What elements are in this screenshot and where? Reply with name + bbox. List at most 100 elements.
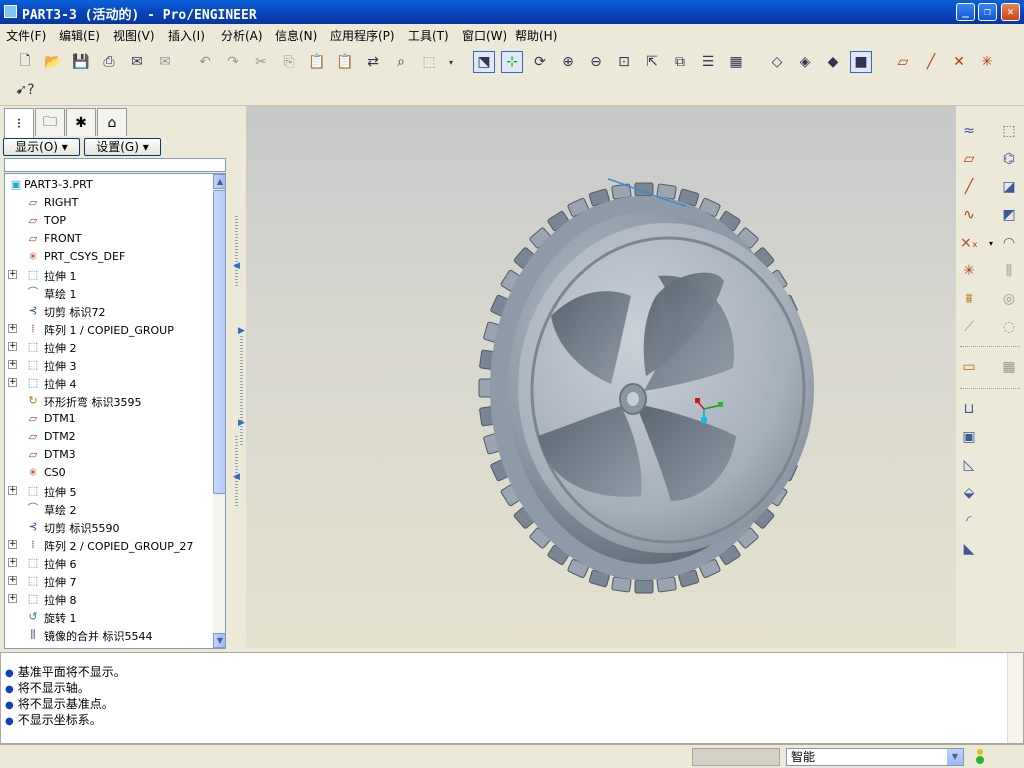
cut-icon[interactable]: ✂ (250, 51, 272, 73)
datum-plane-display-icon[interactable]: ▱ (892, 51, 914, 73)
datum-axis-tool-icon[interactable]: ╱ (958, 176, 980, 198)
reorient-icon[interactable]: ⇱ (641, 51, 663, 73)
zoom-out-icon[interactable]: ⊖ (585, 51, 607, 73)
menu-file[interactable]: 文件(F) (6, 27, 46, 44)
menu-window[interactable]: 窗口(W) (462, 27, 507, 44)
spin-center-icon[interactable]: ⊹ (501, 51, 523, 73)
expand-icon[interactable]: + (8, 360, 17, 369)
refit-icon[interactable]: ⊡ (613, 51, 635, 73)
expand-icon[interactable]: + (8, 270, 17, 279)
message-scrollbar[interactable] (1007, 653, 1023, 743)
paste-icon[interactable]: 📋 (306, 51, 328, 73)
datum-plane-tool-icon[interactable]: ▱ (958, 148, 980, 170)
csys-display-icon[interactable]: ✳ (976, 51, 998, 73)
menu-analysis[interactable]: 分析(A) (221, 27, 263, 44)
show-dropdown[interactable]: 显示(O) ▾ (3, 138, 80, 156)
expand-icon[interactable]: + (8, 324, 17, 333)
minimize-button[interactable]: _ (956, 3, 975, 21)
send-mail-icon[interactable]: ✉ (126, 51, 148, 73)
sketch-tool-icon[interactable]: ▭ (958, 356, 980, 378)
datum-point-tool-icon[interactable]: ×ₓ (958, 232, 980, 254)
tree-scrollbar[interactable]: ▲ ▼ (213, 174, 225, 648)
menu-info[interactable]: 信息(N) (275, 27, 317, 44)
expand-icon[interactable]: + (8, 378, 17, 387)
trim-tool-icon[interactable]: ◌ (998, 316, 1020, 338)
edit-tool-icon[interactable]: ⟋ (958, 316, 980, 338)
panel-splitter[interactable]: ◀ ▶ ▶ ◀ (232, 106, 246, 648)
hole-tool-icon[interactable]: ⊔ (958, 398, 980, 420)
selection-dropdown-icon[interactable]: ▾ (440, 51, 462, 73)
expand-arrow-icon[interactable]: ▶ (238, 326, 245, 336)
layers-icon[interactable]: ☰ (697, 51, 719, 73)
rib-tool-icon[interactable]: ◺ (958, 454, 980, 476)
undo-icon[interactable]: ↶ (194, 51, 216, 73)
scroll-up-button[interactable]: ▲ (213, 174, 225, 189)
tire-model[interactable] (246, 106, 956, 648)
redo-icon[interactable]: ↷ (222, 51, 244, 73)
collapse-arrow-icon-2[interactable]: ◀ (233, 472, 240, 482)
chamfer-tool-icon[interactable]: ◣ (958, 538, 980, 560)
folder-browser-tab[interactable]: 🗀 (35, 108, 65, 136)
mirror-tool-icon[interactable]: ⫼ (998, 260, 1020, 282)
boundary-blend-icon[interactable]: ◩ (998, 204, 1020, 226)
menu-edit[interactable]: 编辑(E) (59, 27, 100, 44)
hidden-line-icon[interactable]: ◈ (794, 51, 816, 73)
expand-icon[interactable]: + (8, 576, 17, 585)
filter-dropdown-icon[interactable]: ▼ (947, 749, 963, 765)
saved-views-icon[interactable]: ⧉ (669, 51, 691, 73)
style-tool-icon[interactable]: ◠ (998, 232, 1020, 254)
zoom-in-icon[interactable]: ⊕ (557, 51, 579, 73)
menu-help[interactable]: 帮助(H) (515, 27, 557, 44)
paste-special-icon[interactable]: 📋 (334, 51, 356, 73)
find-icon[interactable]: ⌕ (390, 51, 412, 73)
context-help-icon[interactable]: ➹? (14, 79, 36, 101)
print-icon[interactable]: ⎙ (98, 51, 120, 73)
model-tree-tab[interactable]: ⁝ (4, 108, 34, 138)
shading-icon[interactable]: ■ (850, 51, 872, 73)
analysis-feature-icon[interactable]: ⩩ (958, 288, 980, 310)
scroll-down-button[interactable]: ▼ (213, 633, 225, 648)
view-manager-icon[interactable]: ▦ (725, 51, 747, 73)
selection-filter[interactable]: 智能 ▼ (786, 748, 964, 766)
settings-dropdown[interactable]: 设置(G) ▾ (84, 138, 161, 156)
scroll-thumb[interactable] (213, 190, 225, 494)
expand-arrow-icon-2[interactable]: ▶ (238, 418, 245, 428)
menu-insert[interactable]: 插入(I) (168, 27, 205, 44)
draft-tool-icon[interactable]: ⬙ (958, 482, 980, 504)
close-button[interactable]: ✕ (1001, 3, 1020, 21)
expand-icon[interactable]: + (8, 558, 17, 567)
menu-applications[interactable]: 应用程序(P) (330, 27, 395, 44)
datum-curve-icon[interactable]: ≈ (958, 120, 980, 142)
send-attachment-icon[interactable]: ✉ (154, 51, 176, 73)
regenerate-icon[interactable]: ⇄ (362, 51, 384, 73)
no-hidden-icon[interactable]: ◆ (822, 51, 844, 73)
splitter-grip-center[interactable] (240, 336, 243, 446)
variable-sweep-icon[interactable]: ◪ (998, 176, 1020, 198)
new-icon[interactable]: 🗋 (14, 51, 36, 73)
splitter-grip-lower[interactable] (235, 436, 238, 506)
open-icon[interactable]: 📂 (42, 51, 64, 73)
repaint-icon[interactable]: ⬔ (473, 51, 495, 73)
expand-icon[interactable]: + (8, 594, 17, 603)
merge-tool-icon[interactable]: ◎ (998, 288, 1020, 310)
datum-axis-display-icon[interactable]: ╱ (920, 51, 942, 73)
revolve-tool-icon[interactable]: ⌬ (998, 148, 1020, 170)
shell-tool-icon[interactable]: ▣ (958, 426, 980, 448)
expand-icon[interactable]: + (8, 342, 17, 351)
splitter-grip[interactable] (235, 216, 238, 286)
save-icon[interactable]: 💾 (70, 51, 92, 73)
favorites-tab[interactable]: ✱ (66, 108, 96, 136)
datum-point-display-icon[interactable]: ✕ (948, 51, 970, 73)
copy-icon[interactable]: ⎘ (278, 51, 300, 73)
menu-tools[interactable]: 工具(T) (408, 27, 449, 44)
selection-box-icon[interactable]: ⬚ (418, 51, 440, 73)
collapse-arrow-icon[interactable]: ◀ (233, 261, 240, 271)
extrude-tool-icon[interactable]: ⬚ (998, 120, 1020, 142)
wireframe-icon[interactable]: ◇ (766, 51, 788, 73)
sketched-curve-icon[interactable]: ∿ (958, 204, 980, 226)
graphics-viewport[interactable] (246, 106, 956, 648)
pattern-tool-icon[interactable]: ▦ (998, 356, 1020, 378)
expand-icon[interactable]: + (8, 486, 17, 495)
expand-icon[interactable]: + (8, 540, 17, 549)
orient-mode-icon[interactable]: ⟳ (529, 51, 551, 73)
